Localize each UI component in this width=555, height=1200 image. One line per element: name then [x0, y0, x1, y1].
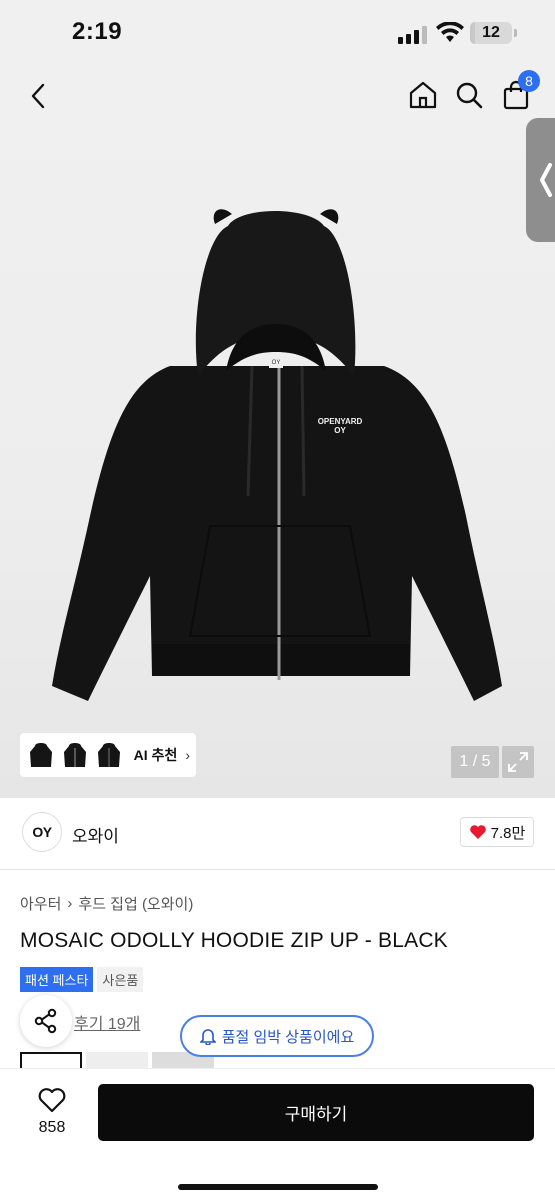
expand-icon [508, 752, 528, 772]
product-photo: OY OPENYARD OY [52, 209, 502, 701]
wishlist-count: 858 [38, 1119, 66, 1136]
heart-icon [469, 825, 486, 839]
back-button[interactable] [20, 78, 56, 114]
breadcrumb: 아우터 › 후드 집업 (오와이) [20, 893, 193, 914]
chest-print-line1: OPENYARD [318, 417, 363, 426]
wifi-icon [436, 22, 464, 42]
home-indicator [178, 1184, 378, 1190]
brand-row[interactable]: OY 오와이 7.8만 [0, 798, 555, 870]
fashion-festa-tag: 패션 페스타 [20, 967, 94, 992]
recommend-thumb[interactable] [60, 737, 90, 773]
cart-count-badge: 8 [518, 70, 540, 92]
home-button[interactable] [404, 76, 442, 114]
search-icon [456, 82, 483, 109]
chevron-left-icon [540, 163, 552, 197]
battery-level [470, 22, 476, 44]
bell-icon [199, 1029, 216, 1045]
cart-button[interactable]: 8 [496, 70, 540, 114]
status-time: 2:19 [72, 18, 123, 45]
reviews-link[interactable]: 후기 19개 [74, 1010, 140, 1034]
search-button[interactable] [450, 76, 488, 114]
battery-text: 12 [482, 24, 500, 41]
share-icon [34, 1008, 57, 1034]
recommend-thumb[interactable] [94, 737, 124, 773]
product-tags: 패션 페스타 사은품 [20, 967, 144, 992]
gift-tag: 사은품 [97, 967, 144, 992]
wishlist-button[interactable]: 858 [28, 1087, 76, 1147]
chevron-right-icon: › [185, 747, 190, 763]
low-stock-text: 품절 임박 상품이에요 [221, 1028, 355, 1046]
chevron-right-icon: › [67, 895, 73, 912]
side-panel-tab[interactable] [526, 118, 555, 242]
neck-tag-text: OY [272, 360, 281, 366]
expand-image-button[interactable] [502, 746, 534, 778]
recommend-thumb[interactable] [26, 737, 56, 773]
chest-print-line2: OY [334, 426, 346, 435]
home-icon [409, 81, 437, 109]
image-page-indicator: 1 / 5 [451, 746, 499, 778]
breadcrumb-subcategory[interactable]: 후드 집업 (오와이) [78, 893, 193, 914]
share-button[interactable] [20, 995, 72, 1047]
battery-icon: 12 [470, 22, 512, 44]
status-bar: 2:19 12 [0, 0, 555, 68]
brand-name[interactable]: 오와이 [72, 822, 119, 847]
product-detail-screen: 2:19 12 8 OY OPENYARD OY AI 추천 › 1 / 5 O… [0, 0, 555, 1200]
product-title: MOSAIC ODOLLY HOODIE ZIP UP - BLACK [20, 929, 448, 952]
brand-like-button[interactable]: 7.8만 [460, 817, 534, 847]
battery-cap [514, 29, 517, 37]
brand-logo[interactable]: OY [22, 812, 62, 852]
low-stock-alert: 품절 임박 상품이에요 [180, 1015, 374, 1057]
brand-like-count: 7.8만 [490, 824, 526, 842]
buy-button[interactable]: 구매하기 [98, 1084, 534, 1141]
ai-recommend-strip[interactable]: AI 추천 › [20, 733, 196, 777]
breadcrumb-category[interactable]: 아우터 [20, 893, 61, 914]
signal-icon [398, 26, 428, 44]
ai-recommend-label: AI 추천 [133, 747, 178, 763]
chevron-left-icon [31, 83, 45, 109]
heart-outline-icon [38, 1088, 66, 1113]
bottom-action-bar: 858 구매하기 [0, 1068, 555, 1200]
